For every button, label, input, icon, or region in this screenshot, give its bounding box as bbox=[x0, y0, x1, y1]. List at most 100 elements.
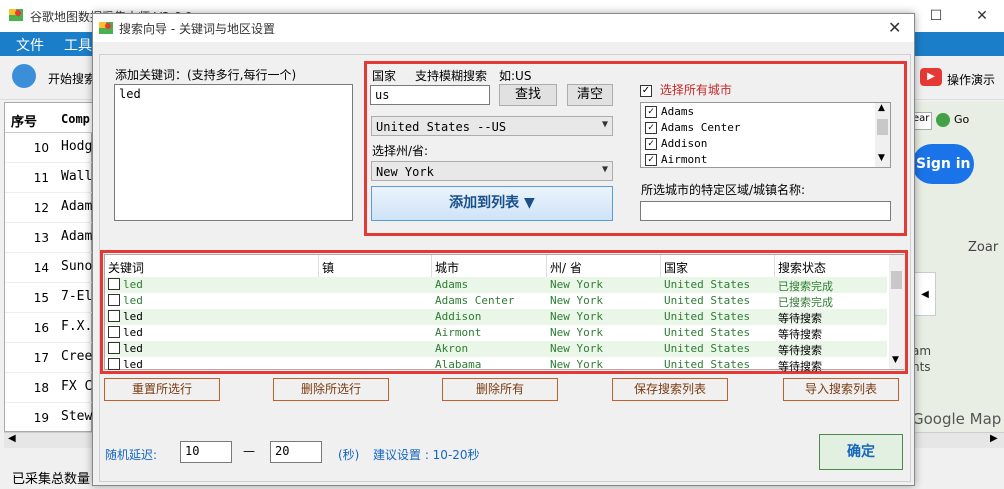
save-list-button[interactable]: 保存搜索列表 bbox=[612, 378, 728, 401]
start-search-button[interactable]: 开始搜索 bbox=[48, 70, 96, 87]
city-item[interactable]: ✓ Adams Center bbox=[645, 121, 740, 137]
table-row[interactable]: 16 F.X. bbox=[5, 313, 93, 343]
add-to-list-button[interactable]: 添加到列表 ▼ bbox=[371, 186, 613, 221]
city-item[interactable]: ✓ Airmont bbox=[645, 153, 707, 169]
table-row[interactable]: 13 Adam bbox=[5, 223, 93, 253]
dialog-close-icon[interactable]: ✕ bbox=[888, 18, 901, 37]
table-row[interactable]: 12 Adam bbox=[5, 193, 93, 223]
scroll-thumb[interactable] bbox=[877, 119, 888, 135]
row-checkbox[interactable] bbox=[108, 326, 120, 338]
city-item[interactable]: ✓ Addison bbox=[645, 137, 707, 153]
sign-in-button[interactable]: Sign in bbox=[912, 144, 974, 184]
fuzzy-search-label: 支持模糊搜索 bbox=[415, 69, 488, 83]
dialog-titlebar: 搜索向导 - 关键词与地区设置 ✕ bbox=[93, 14, 914, 42]
row-checkbox[interactable] bbox=[108, 278, 120, 290]
checkbox-checked-icon[interactable]: ✓ bbox=[645, 154, 657, 166]
checkbox-checked-icon[interactable]: ✓ bbox=[645, 138, 657, 150]
delay-max-input[interactable]: 20 bbox=[270, 441, 322, 463]
cell-country: United States bbox=[664, 358, 751, 371]
city-item[interactable]: ✓ Adams bbox=[645, 105, 694, 121]
cell-kw: led bbox=[123, 342, 143, 355]
cell-city: Adams bbox=[435, 278, 469, 291]
row-number: 12 bbox=[33, 201, 49, 215]
row-number: 10 bbox=[33, 141, 49, 155]
table-row[interactable]: 15 7-El bbox=[5, 283, 93, 313]
cell-kw: led bbox=[123, 278, 143, 291]
table-row[interactable]: 18 FX C bbox=[5, 373, 93, 403]
city-list-scrollbar[interactable]: ▲ ▼ bbox=[875, 103, 890, 167]
row-number: 17 bbox=[33, 351, 49, 365]
cell-kw: led bbox=[123, 310, 143, 323]
search-list-row[interactable]: led Adams Center New York United States 已搜索完… bbox=[105, 293, 887, 309]
ok-button[interactable]: 确定 bbox=[819, 434, 903, 470]
cell-state: New York bbox=[550, 310, 603, 323]
find-button[interactable]: 查找 bbox=[499, 84, 557, 106]
col-seq-header: 序号 bbox=[11, 115, 38, 130]
header-country: 国家 bbox=[664, 261, 689, 275]
row-checkbox[interactable] bbox=[108, 358, 120, 370]
search-list-row[interactable]: led Adams New York United States 已搜索完成 bbox=[105, 277, 887, 293]
search-list-row[interactable]: led Addison New York United States 等待搜索 bbox=[105, 309, 887, 325]
close-icon[interactable]: ✕ bbox=[962, 4, 1002, 28]
table-row[interactable]: 11 Wall bbox=[5, 163, 93, 193]
scroll-right-icon[interactable]: ▶ bbox=[990, 433, 998, 444]
select-all-cities-checkbox[interactable]: ✓ 选择所有城市 bbox=[640, 81, 732, 98]
maximize-icon[interactable]: ☐ bbox=[916, 4, 956, 28]
keywords-label: 添加关键词：(支持多行,每行一个) bbox=[115, 68, 297, 82]
scroll-left-icon[interactable]: ◀ bbox=[8, 433, 16, 444]
row-checkbox[interactable] bbox=[108, 294, 120, 306]
keywords-textarea[interactable]: led bbox=[114, 84, 353, 221]
collapse-panel-icon[interactable]: ◀ bbox=[914, 272, 936, 316]
checkbox-checked-icon[interactable]: ✓ bbox=[645, 106, 657, 118]
row-company: Adam bbox=[61, 199, 93, 214]
delete-selected-button[interactable]: 删除所选行 bbox=[273, 378, 389, 401]
import-list-button[interactable]: 导入搜索列表 bbox=[783, 378, 899, 401]
search-wizard-dialog: 搜索向导 - 关键词与地区设置 ✕ 添加关键词：(支持多行,每行一个) led … bbox=[92, 13, 915, 486]
scroll-down-icon[interactable]: ▼ bbox=[892, 355, 899, 365]
go-icon[interactable] bbox=[936, 113, 950, 127]
row-number: 18 bbox=[33, 381, 49, 395]
state-label: 选择州/省: bbox=[372, 144, 429, 158]
row-checkbox[interactable] bbox=[108, 310, 120, 322]
col-comp-header: Comp bbox=[61, 112, 90, 126]
checkbox-checked-icon[interactable]: ✓ bbox=[645, 122, 657, 134]
cell-status: 等待搜索 bbox=[778, 360, 822, 373]
map-go-button[interactable]: Go bbox=[954, 113, 969, 126]
search-list-table[interactable]: 关键词 镇 城市 州/ 省 国家 搜索状态 led Adams New York Un… bbox=[104, 254, 904, 373]
map-panel[interactable]: ear Go Sign in Zoar ◀ am hts Google Map bbox=[912, 102, 1004, 432]
city-list[interactable]: ✓ Adams ✓ Adams Center ✓ Addison ✓ Airmont ▲ ▼ bbox=[640, 102, 891, 168]
search-list-row[interactable]: led Airmont New York United States 等待搜索 bbox=[105, 325, 887, 341]
table-row[interactable]: 17 Cree bbox=[5, 343, 93, 373]
delete-all-button[interactable]: 删除所有 bbox=[442, 378, 558, 401]
table-row[interactable]: 14 Suno bbox=[5, 253, 93, 283]
table-row[interactable]: 10 Hodg bbox=[5, 133, 93, 163]
map-search-input[interactable]: ear bbox=[912, 112, 932, 130]
demo-button[interactable]: 操作演示 bbox=[947, 71, 995, 88]
search-list-header: 关键词 镇 城市 州/ 省 国家 搜索状态 bbox=[105, 255, 887, 277]
cell-country: United States bbox=[664, 310, 751, 323]
reset-selected-button[interactable]: 重置所选行 bbox=[104, 378, 220, 401]
search-list-row[interactable]: led Alabama New York United States 等待搜索 bbox=[105, 357, 887, 373]
city-name: Adams bbox=[661, 105, 695, 118]
district-input[interactable] bbox=[640, 201, 891, 221]
delay-min-input[interactable]: 10 bbox=[180, 441, 232, 463]
country-search-input[interactable]: us bbox=[370, 85, 490, 105]
country-select[interactable]: United States --US ▼ bbox=[371, 116, 613, 136]
city-name: Adams Center bbox=[661, 121, 741, 134]
table-row[interactable]: 19 Stew bbox=[5, 403, 93, 433]
delay-label: 随机延迟: bbox=[105, 448, 158, 462]
google-map-logo: Google Map bbox=[912, 410, 1002, 428]
row-company: F.X. bbox=[61, 319, 93, 334]
scroll-up-icon[interactable]: ▲ bbox=[878, 103, 885, 113]
search-list-scrollbar[interactable]: ▼ bbox=[889, 255, 904, 369]
clear-button[interactable]: 清空 bbox=[567, 84, 613, 106]
row-checkbox[interactable] bbox=[108, 342, 120, 354]
search-list-row[interactable]: led Akron New York United States 等待搜索 bbox=[105, 341, 887, 357]
row-company: FX C bbox=[61, 379, 93, 394]
scroll-thumb[interactable] bbox=[891, 271, 902, 289]
cell-state: New York bbox=[550, 326, 603, 339]
scroll-down-icon[interactable]: ▼ bbox=[878, 153, 885, 163]
state-select[interactable]: New York ▼ bbox=[371, 161, 613, 181]
menu-file[interactable]: 文件 bbox=[16, 35, 44, 55]
menu-tools[interactable]: 工具 bbox=[64, 35, 92, 55]
